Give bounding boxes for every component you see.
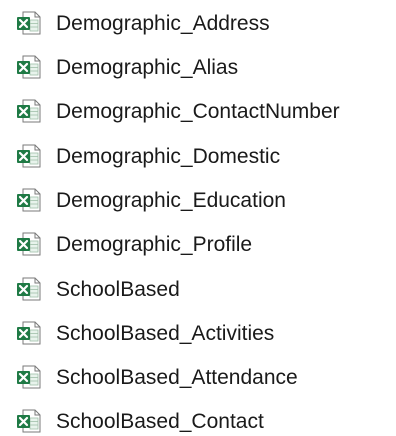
file-name: SchoolBased [56, 277, 180, 301]
file-name: SchoolBased_Contact [56, 409, 264, 433]
file-name: Demographic_Education [56, 188, 286, 212]
file-name: SchoolBased_Attendance [56, 365, 298, 389]
file-name: Demographic_ContactNumber [56, 99, 340, 123]
file-list-item[interactable]: Demographic_Address [16, 8, 270, 38]
excel-file-icon [16, 11, 41, 35]
excel-file-icon [16, 188, 41, 212]
file-list-item[interactable]: Demographic_Profile [16, 229, 252, 259]
file-list: Demographic_Address Demographic_Alias Demo… [0, 0, 396, 436]
excel-file-icon [16, 55, 41, 79]
excel-file-icon [16, 99, 41, 123]
file-list-item[interactable]: Demographic_Domestic [16, 141, 280, 171]
file-list-item[interactable]: Demographic_Education [16, 185, 286, 215]
excel-file-icon [16, 321, 41, 345]
file-name: SchoolBased_Activities [56, 321, 275, 345]
file-name: Demographic_Address [56, 11, 270, 35]
file-name: Demographic_Profile [56, 232, 253, 256]
excel-file-icon [16, 232, 41, 256]
file-name: Demographic_Alias [56, 55, 239, 79]
file-name: Demographic_Domestic [56, 144, 281, 168]
excel-file-icon [16, 144, 41, 168]
file-list-item[interactable]: SchoolBased_Activities [16, 318, 274, 348]
file-list-item[interactable]: SchoolBased [16, 274, 180, 304]
file-list-item[interactable]: SchoolBased_Attendance [16, 362, 298, 392]
file-list-item[interactable]: Demographic_Alias [16, 52, 238, 82]
excel-file-icon [16, 365, 41, 389]
file-list-item[interactable]: Demographic_ContactNumber [16, 96, 340, 126]
excel-file-icon [16, 409, 41, 433]
file-list-item[interactable]: SchoolBased_Contact [16, 406, 264, 436]
excel-file-icon [16, 277, 41, 301]
